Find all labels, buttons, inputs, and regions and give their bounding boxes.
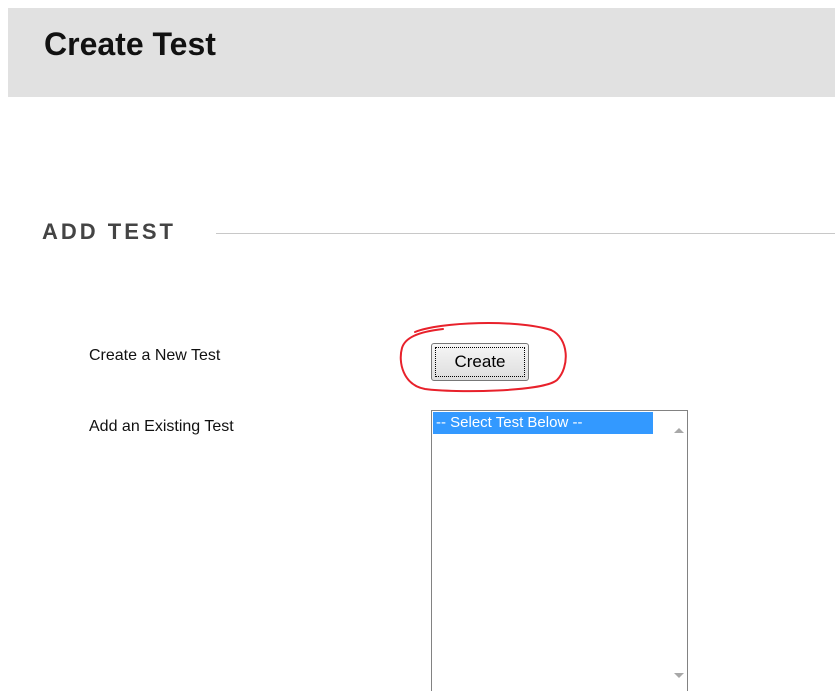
scroll-up-arrow-icon[interactable] xyxy=(674,428,684,433)
section-title: ADD TEST xyxy=(42,219,176,244)
scroll-down-arrow-icon[interactable] xyxy=(674,673,684,678)
page: Create Test ADD TEST Create a New Test C… xyxy=(0,0,835,691)
existing-tests-listbox[interactable]: -- Select Test Below -- xyxy=(431,410,688,691)
listbox-scrollbar[interactable] xyxy=(670,411,687,691)
page-header: Create Test xyxy=(8,8,835,97)
listbox-option-selected[interactable]: -- Select Test Below -- xyxy=(433,412,653,434)
create-button[interactable]: Create xyxy=(431,343,529,381)
create-button-label: Create xyxy=(454,352,506,371)
create-new-test-label: Create a New Test xyxy=(89,347,221,364)
section-divider xyxy=(216,233,835,234)
page-title: Create Test xyxy=(44,26,216,62)
add-existing-test-label: Add an Existing Test xyxy=(89,418,234,435)
